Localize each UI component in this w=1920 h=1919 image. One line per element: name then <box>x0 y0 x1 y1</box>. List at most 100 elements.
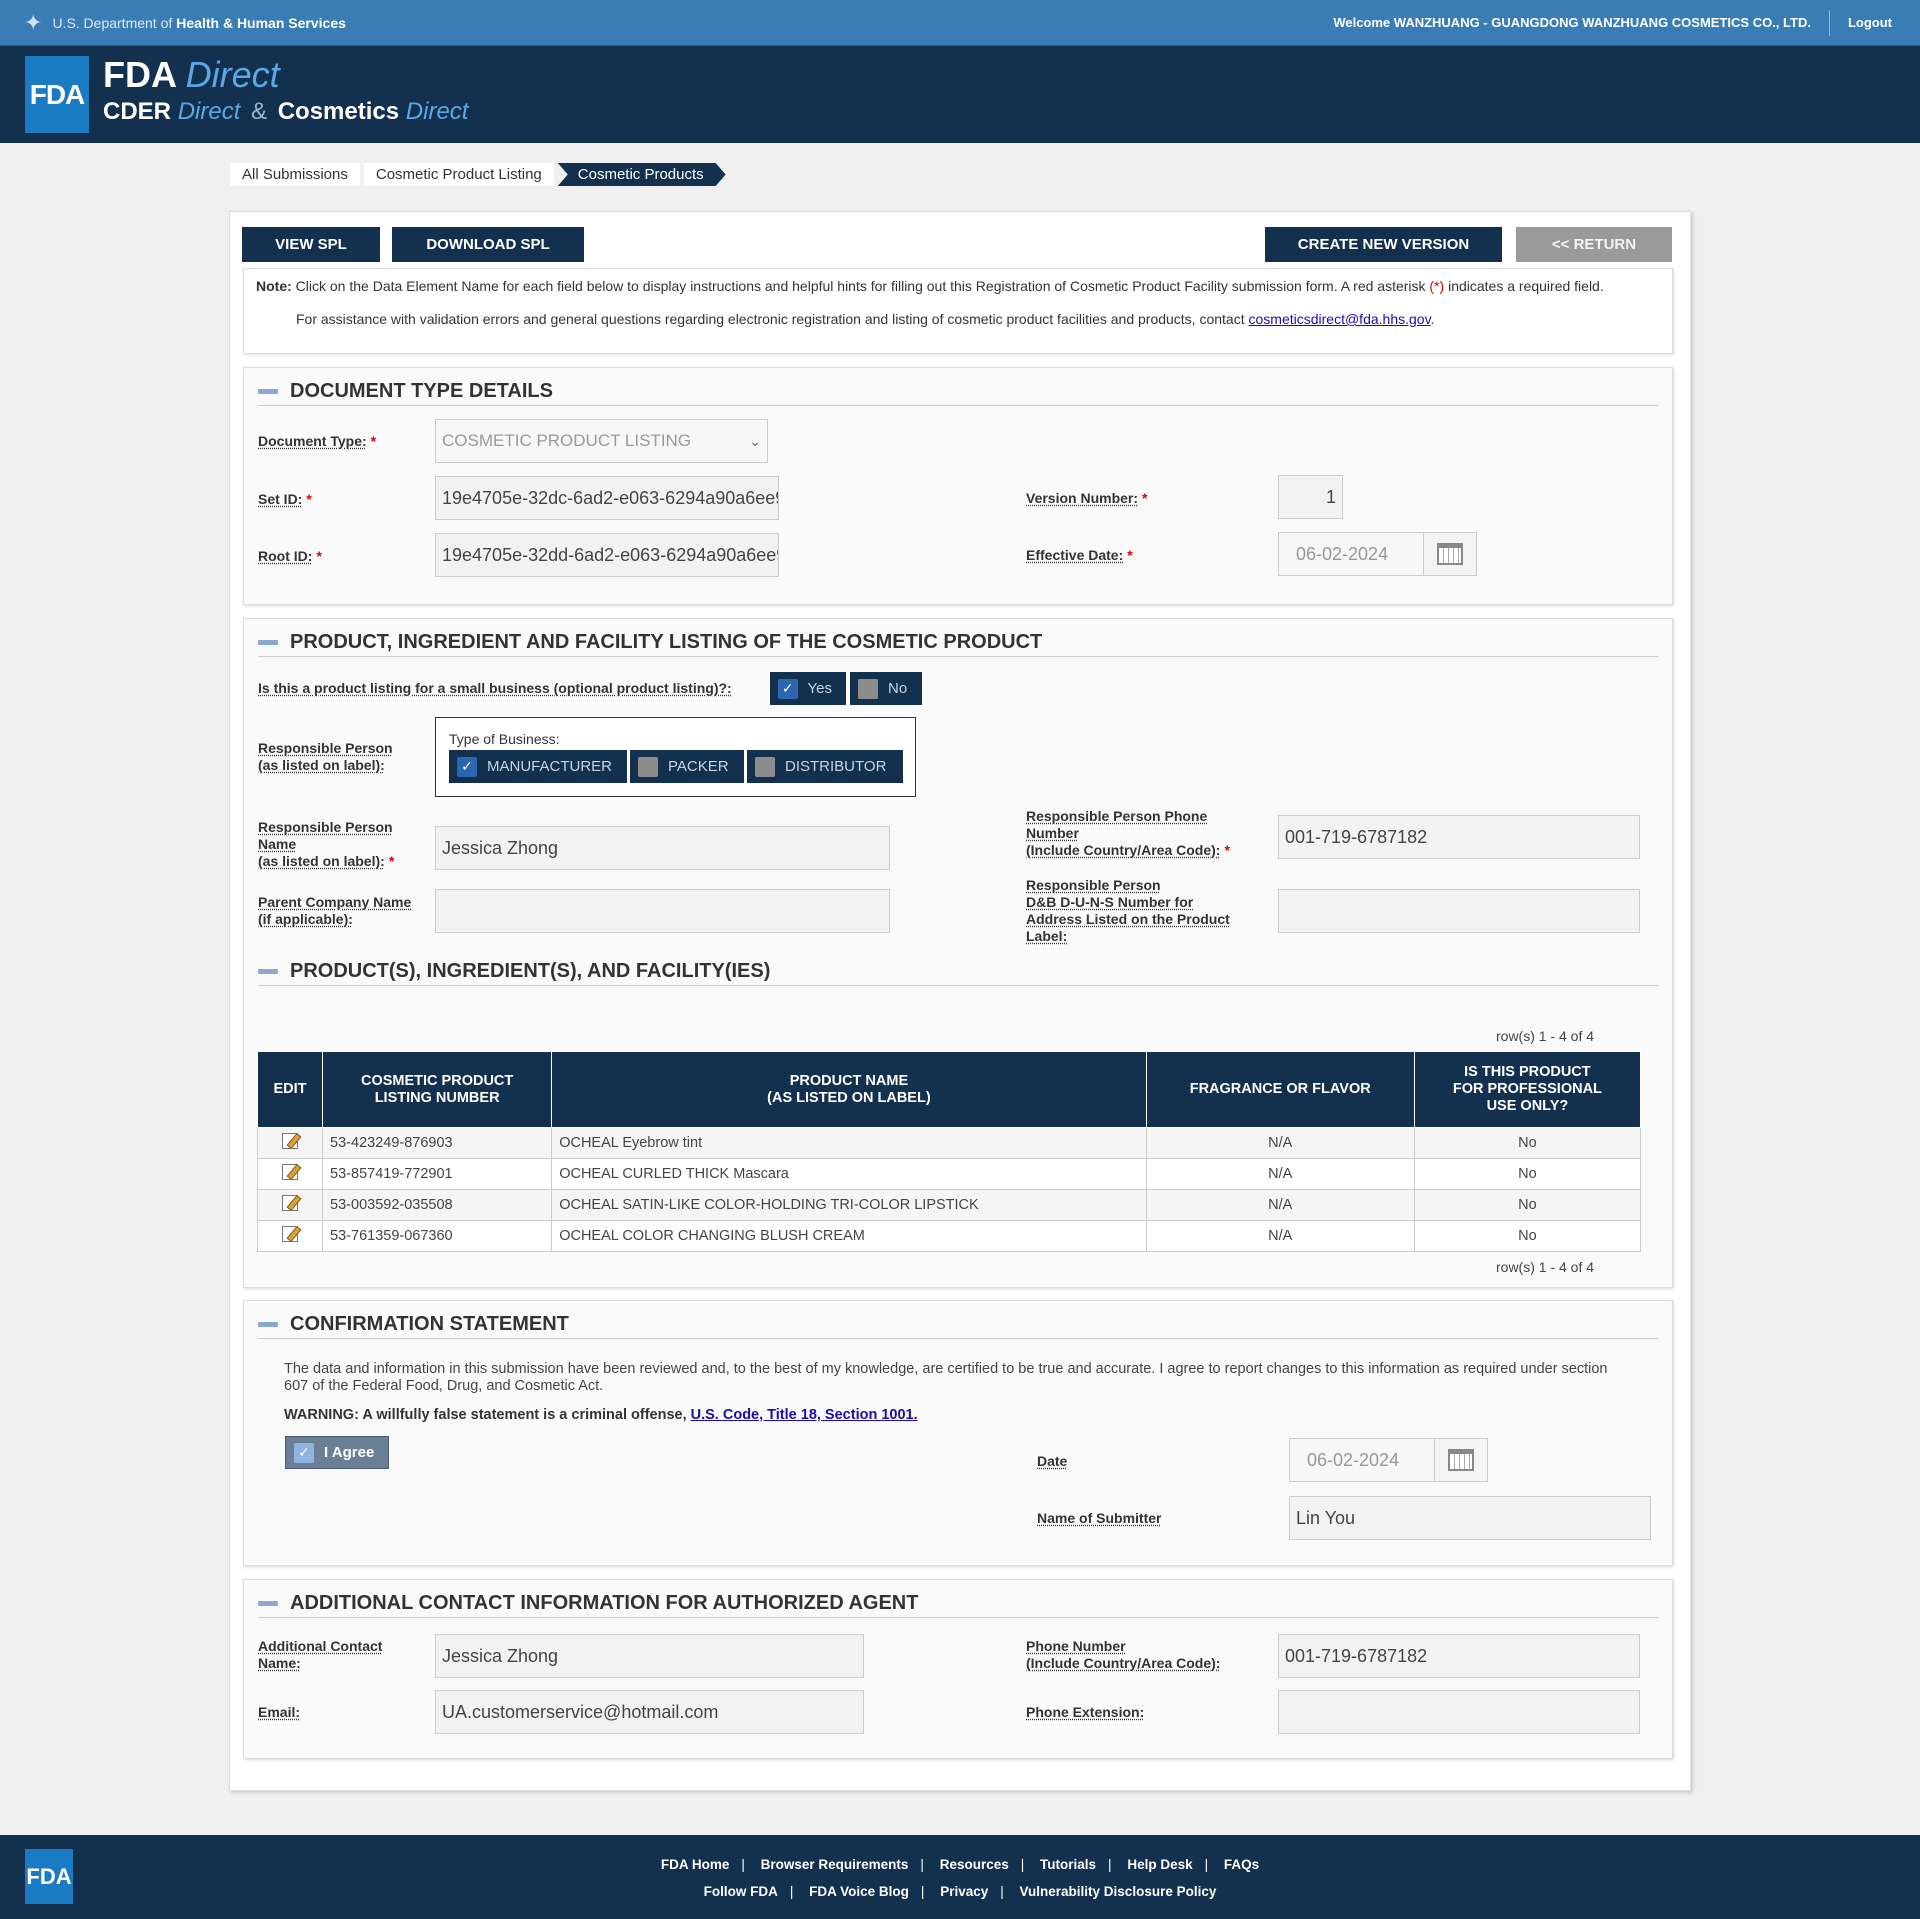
breadcrumb-cosmetic-products[interactable]: Cosmetic Products <box>558 163 726 186</box>
product-name-cell: OCHEAL Eyebrow tint <box>551 1127 1147 1159</box>
footer-link-browser-requirements[interactable]: Browser Requirements <box>761 1857 909 1872</box>
responsible-person-phone-label[interactable]: Responsible Person Phone Number (Include… <box>1026 808 1230 859</box>
warning-text: WARNING: A willfully false statement is … <box>284 1407 687 1423</box>
footer-link-faqs[interactable]: FAQs <box>1224 1857 1259 1872</box>
col-listing-number[interactable]: COSMETIC PRODUCT LISTING NUMBER <box>322 1051 553 1128</box>
edit-cell[interactable] <box>256 1158 324 1190</box>
set-id-field[interactable]: 19e4705e-32dc-6ad2-e063-6294a90a6ee9 <box>435 476 779 520</box>
download-spl-button[interactable]: DOWNLOAD SPL <box>392 227 584 262</box>
pencil-icon[interactable] <box>282 1164 299 1180</box>
col-edit[interactable]: EDIT <box>256 1051 324 1128</box>
document-type-header[interactable]: DOCUMENT TYPE DETAILS <box>258 380 1658 406</box>
fragrance-cell: N/A <box>1145 1127 1415 1159</box>
version-number-field[interactable]: 1 <box>1278 475 1343 519</box>
set-id-label[interactable]: Set ID: * <box>258 491 312 508</box>
small-business-yes-toggle[interactable]: ✓ Yes <box>770 672 846 705</box>
small-business-no-toggle[interactable]: No <box>850 672 922 705</box>
pencil-icon[interactable] <box>282 1226 299 1242</box>
edit-cell[interactable] <box>256 1220 324 1252</box>
effective-date-calendar-button[interactable] <box>1423 532 1477 576</box>
footer-link-follow-fda[interactable]: Follow FDA <box>704 1884 778 1899</box>
additional-contact-label[interactable]: Additional Contact Name: <box>258 1638 382 1672</box>
col-fragrance[interactable]: FRAGRANCE OR FLAVOR <box>1145 1051 1415 1128</box>
distributor-toggle[interactable]: DISTRIBUTOR <box>747 750 903 783</box>
label-text: (Include Country/Area Code): <box>1026 842 1221 858</box>
create-new-version-button[interactable]: CREATE NEW VERSION <box>1265 227 1502 262</box>
email-label[interactable]: Email: <box>258 1704 300 1721</box>
root-id-label[interactable]: Root ID: * <box>258 548 322 565</box>
confirmation-date-calendar-button[interactable] <box>1434 1438 1488 1482</box>
responsible-person-name-label[interactable]: Responsible Person Name (as listed on la… <box>258 819 394 870</box>
col-product-name[interactable]: PRODUCT NAME (AS LISTED ON LABEL) <box>551 1051 1147 1128</box>
collapse-icon[interactable] <box>258 389 278 394</box>
confirmation-date-field[interactable]: 06-02-2024 <box>1289 1438 1435 1482</box>
collapse-icon[interactable] <box>258 1601 278 1606</box>
warning-line: WARNING: A willfully false statement is … <box>284 1407 918 1423</box>
responsible-person-name-field[interactable]: Jessica Zhong <box>435 826 890 870</box>
responsible-person-label[interactable]: Responsible Person (as listed on label): <box>258 740 393 774</box>
i-agree-toggle[interactable]: ✓ I Agree <box>285 1436 389 1469</box>
submitter-name-field[interactable]: Lin You <box>1289 1496 1651 1540</box>
footer-link-fda-home[interactable]: FDA Home <box>661 1857 730 1872</box>
document-type-label[interactable]: Document Type: * <box>258 433 376 450</box>
confirmation-text: The data and information in this submiss… <box>284 1361 1608 1394</box>
checkbox-unchecked-icon <box>638 756 658 777</box>
duns-number-field[interactable] <box>1278 889 1640 933</box>
agent-phone-field[interactable]: 001-719-6787182 <box>1278 1634 1640 1678</box>
small-business-label[interactable]: Is this a product listing for a small bu… <box>258 680 732 697</box>
collapse-icon[interactable] <box>258 640 278 645</box>
phone-extension-label[interactable]: Phone Extension: <box>1026 1704 1144 1721</box>
breadcrumb-cosmetic-product-listing[interactable]: Cosmetic Product Listing <box>363 163 554 186</box>
effective-date-field[interactable]: 06-02-2024 <box>1278 532 1424 576</box>
support-email-link[interactable]: cosmeticsdirect@fda.hhs.gov <box>1249 311 1431 327</box>
packer-toggle[interactable]: PACKER <box>630 750 744 783</box>
footer-link-fda-voice-blog[interactable]: FDA Voice Blog <box>809 1884 909 1899</box>
email-field[interactable]: UA.customerservice@hotmail.com <box>435 1690 864 1734</box>
authorized-agent-header[interactable]: ADDITIONAL CONTACT INFORMATION FOR AUTHO… <box>258 1592 1658 1618</box>
label-line: Additional Contact <box>258 1638 383 1654</box>
confirmation-date-label[interactable]: Date <box>1037 1453 1067 1470</box>
collapse-icon[interactable] <box>258 969 278 974</box>
parent-company-field[interactable] <box>435 889 890 933</box>
footer-link-help-desk[interactable]: Help Desk <box>1127 1857 1192 1872</box>
breadcrumb-all-submissions[interactable]: All Submissions <box>230 163 360 186</box>
footer-link-vulnerability-disclosure[interactable]: Vulnerability Disclosure Policy <box>1020 1884 1217 1899</box>
document-type-select[interactable]: COSMETIC PRODUCT LISTING ⌄ <box>435 419 768 463</box>
fda-logo[interactable]: FDA <box>25 56 89 133</box>
pencil-icon[interactable] <box>282 1133 299 1149</box>
edit-cell[interactable] <box>256 1189 324 1221</box>
footer-link-privacy[interactable]: Privacy <box>940 1884 988 1899</box>
col-professional-use[interactable]: IS THIS PRODUCT FOR PROFESSIONAL USE ONL… <box>1413 1051 1642 1128</box>
manufacturer-toggle[interactable]: ✓ MANUFACTURER <box>449 750 627 783</box>
collapse-icon[interactable] <box>258 1322 278 1327</box>
agent-phone-label[interactable]: Phone Number (Include Country/Area Code)… <box>1026 1638 1220 1672</box>
hhs-top-bar: ✦ U.S. Department of Health & Human Serv… <box>0 0 1920 46</box>
product-listing-header[interactable]: PRODUCT, INGREDIENT AND FACILITY LISTING… <box>258 631 1658 657</box>
parent-company-label[interactable]: Parent Company Name (if applicable): <box>258 894 411 928</box>
toggle-label: No <box>888 680 908 697</box>
return-button[interactable]: << RETURN <box>1516 227 1672 262</box>
effective-date-label[interactable]: Effective Date: * <box>1026 547 1133 564</box>
toggle-label: I Agree <box>324 1444 375 1461</box>
pencil-icon[interactable] <box>282 1195 299 1211</box>
header-line: LISTING NUMBER <box>374 1089 500 1106</box>
root-id-field[interactable]: 19e4705e-32dd-6ad2-e063-6294a90a6ee9 <box>435 533 779 577</box>
version-number-label[interactable]: Version Number: * <box>1026 490 1147 507</box>
edit-cell[interactable] <box>256 1127 324 1159</box>
fragrance-cell: N/A <box>1145 1158 1415 1190</box>
logout-link[interactable]: Logout <box>1848 15 1892 30</box>
confirmation-header[interactable]: CONFIRMATION STATEMENT <box>258 1313 1658 1339</box>
additional-contact-field[interactable]: Jessica Zhong <box>435 1634 864 1678</box>
view-spl-button[interactable]: VIEW SPL <box>242 227 380 262</box>
footer-link-tutorials[interactable]: Tutorials <box>1040 1857 1096 1872</box>
footer-link-resources[interactable]: Resources <box>940 1857 1009 1872</box>
note-label: Note: <box>256 278 292 294</box>
products-ingredients-header[interactable]: PRODUCT(S), INGREDIENT(S), AND FACILITY(… <box>258 960 1658 986</box>
submitter-name-label[interactable]: Name of Submitter <box>1037 1510 1161 1527</box>
us-code-link[interactable]: U.S. Code, Title 18, Section 1001. <box>691 1407 918 1423</box>
phone-extension-field[interactable] <box>1278 1690 1640 1734</box>
fragrance-cell: N/A <box>1145 1189 1415 1221</box>
duns-number-label[interactable]: Responsible Person D&B D-U-N-S Number fo… <box>1026 877 1230 945</box>
responsible-person-phone-field[interactable]: 001-719-6787182 <box>1278 815 1640 859</box>
rows-info-top: row(s) 1 - 4 of 4 <box>1496 1028 1595 1044</box>
